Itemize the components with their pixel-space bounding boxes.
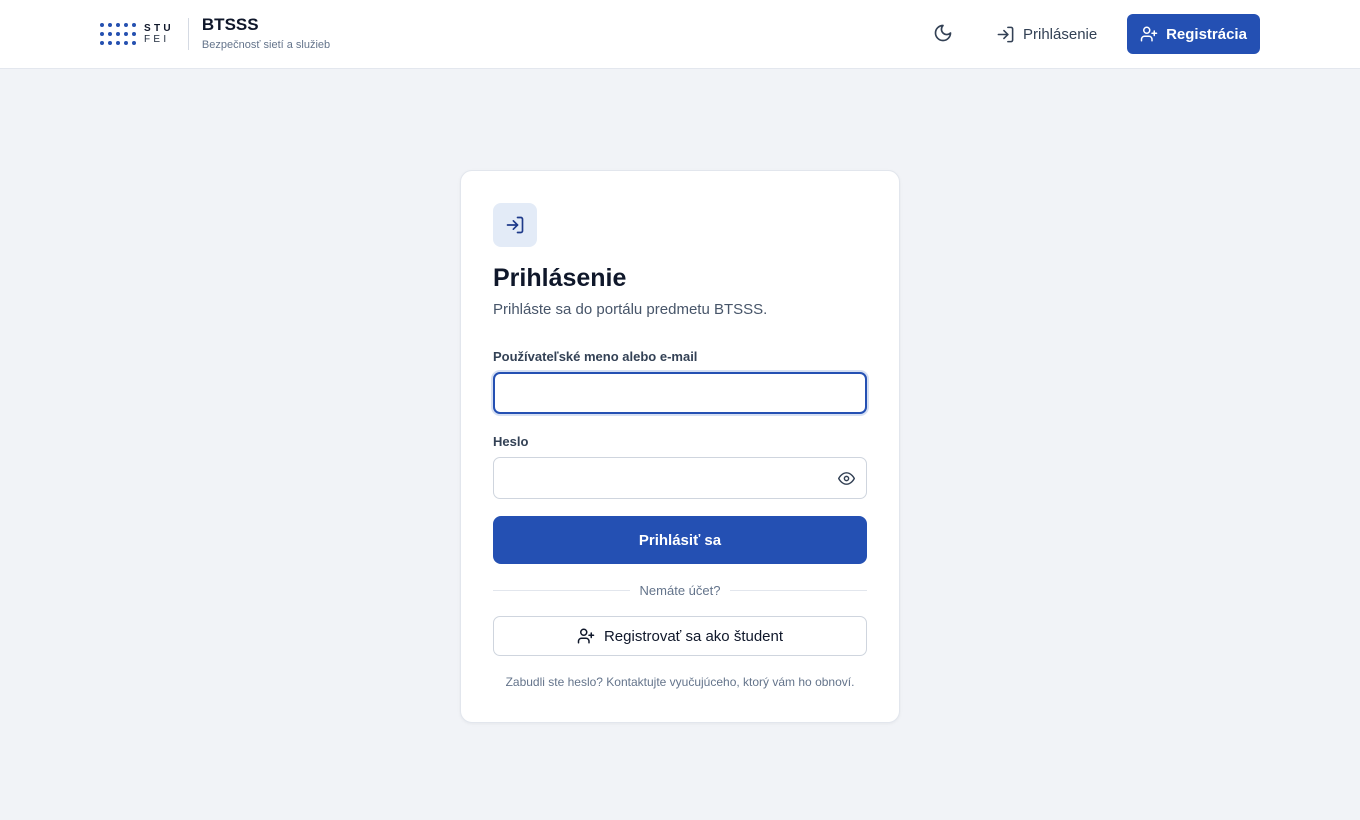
password-input[interactable] bbox=[493, 457, 867, 499]
header-register-label: Registrácia bbox=[1166, 25, 1247, 43]
logo-text-top: STU bbox=[144, 23, 174, 34]
brand[interactable]: STU FEI BTSSS Bezpečnosť sietí a služieb bbox=[100, 14, 330, 54]
header-login-label: Prihlásenie bbox=[1023, 25, 1098, 43]
username-label: Používateľské meno alebo e-mail bbox=[493, 349, 698, 364]
page-title: Prihlásenie bbox=[493, 264, 627, 292]
login-submit-label: Prihlásiť sa bbox=[638, 531, 722, 549]
login-card: Prihlásenie Prihláste sa do portálu pred… bbox=[460, 170, 900, 723]
login-arrow-icon bbox=[506, 216, 524, 234]
card-icon-badge bbox=[493, 203, 537, 247]
moon-icon bbox=[934, 24, 952, 42]
eye-icon bbox=[837, 471, 855, 485]
divider-text: Nemáte účet? bbox=[639, 582, 721, 598]
brand-divider bbox=[187, 18, 189, 50]
register-student-label: Registrovať sa ako študent bbox=[603, 627, 784, 645]
page-subtitle: Prihláste sa do portálu predmetu BTSSS. bbox=[493, 301, 768, 318]
theme-toggle-button[interactable] bbox=[927, 17, 959, 49]
logo-text-bottom: FEI bbox=[144, 34, 170, 45]
header-register-button[interactable]: Registrácia bbox=[1127, 14, 1260, 54]
user-plus-icon bbox=[1140, 26, 1158, 42]
logo-dots bbox=[100, 23, 136, 45]
divider-line-left bbox=[493, 589, 630, 591]
divider-line-right bbox=[730, 589, 867, 591]
app-subtitle: Bezpečnosť sietí a služieb bbox=[201, 38, 331, 51]
header-login-link[interactable]: Prihlásenie bbox=[986, 14, 1107, 54]
password-label: Heslo bbox=[493, 434, 529, 449]
username-input[interactable] bbox=[493, 372, 867, 414]
login-arrow-icon bbox=[997, 26, 1014, 42]
user-plus-icon bbox=[577, 628, 595, 644]
forgot-password-note: Zabudli ste heslo? Kontaktujte vyučujúce… bbox=[505, 675, 855, 689]
login-submit-button[interactable]: Prihlásiť sa bbox=[493, 516, 867, 564]
logo-text: STU FEI bbox=[144, 23, 174, 45]
password-visibility-toggle[interactable] bbox=[837, 469, 855, 487]
app-title: BTSSS bbox=[201, 14, 259, 34]
no-account-divider: Nemáte účet? bbox=[493, 582, 867, 598]
register-student-button[interactable]: Registrovať sa ako študent bbox=[493, 616, 867, 656]
stu-fei-logo: STU FEI bbox=[100, 23, 174, 45]
top-navigation-bar: STU FEI BTSSS Bezpečnosť sietí a služieb… bbox=[0, 0, 1360, 69]
brand-names: BTSSS Bezpečnosť sietí a služieb bbox=[201, 14, 331, 52]
